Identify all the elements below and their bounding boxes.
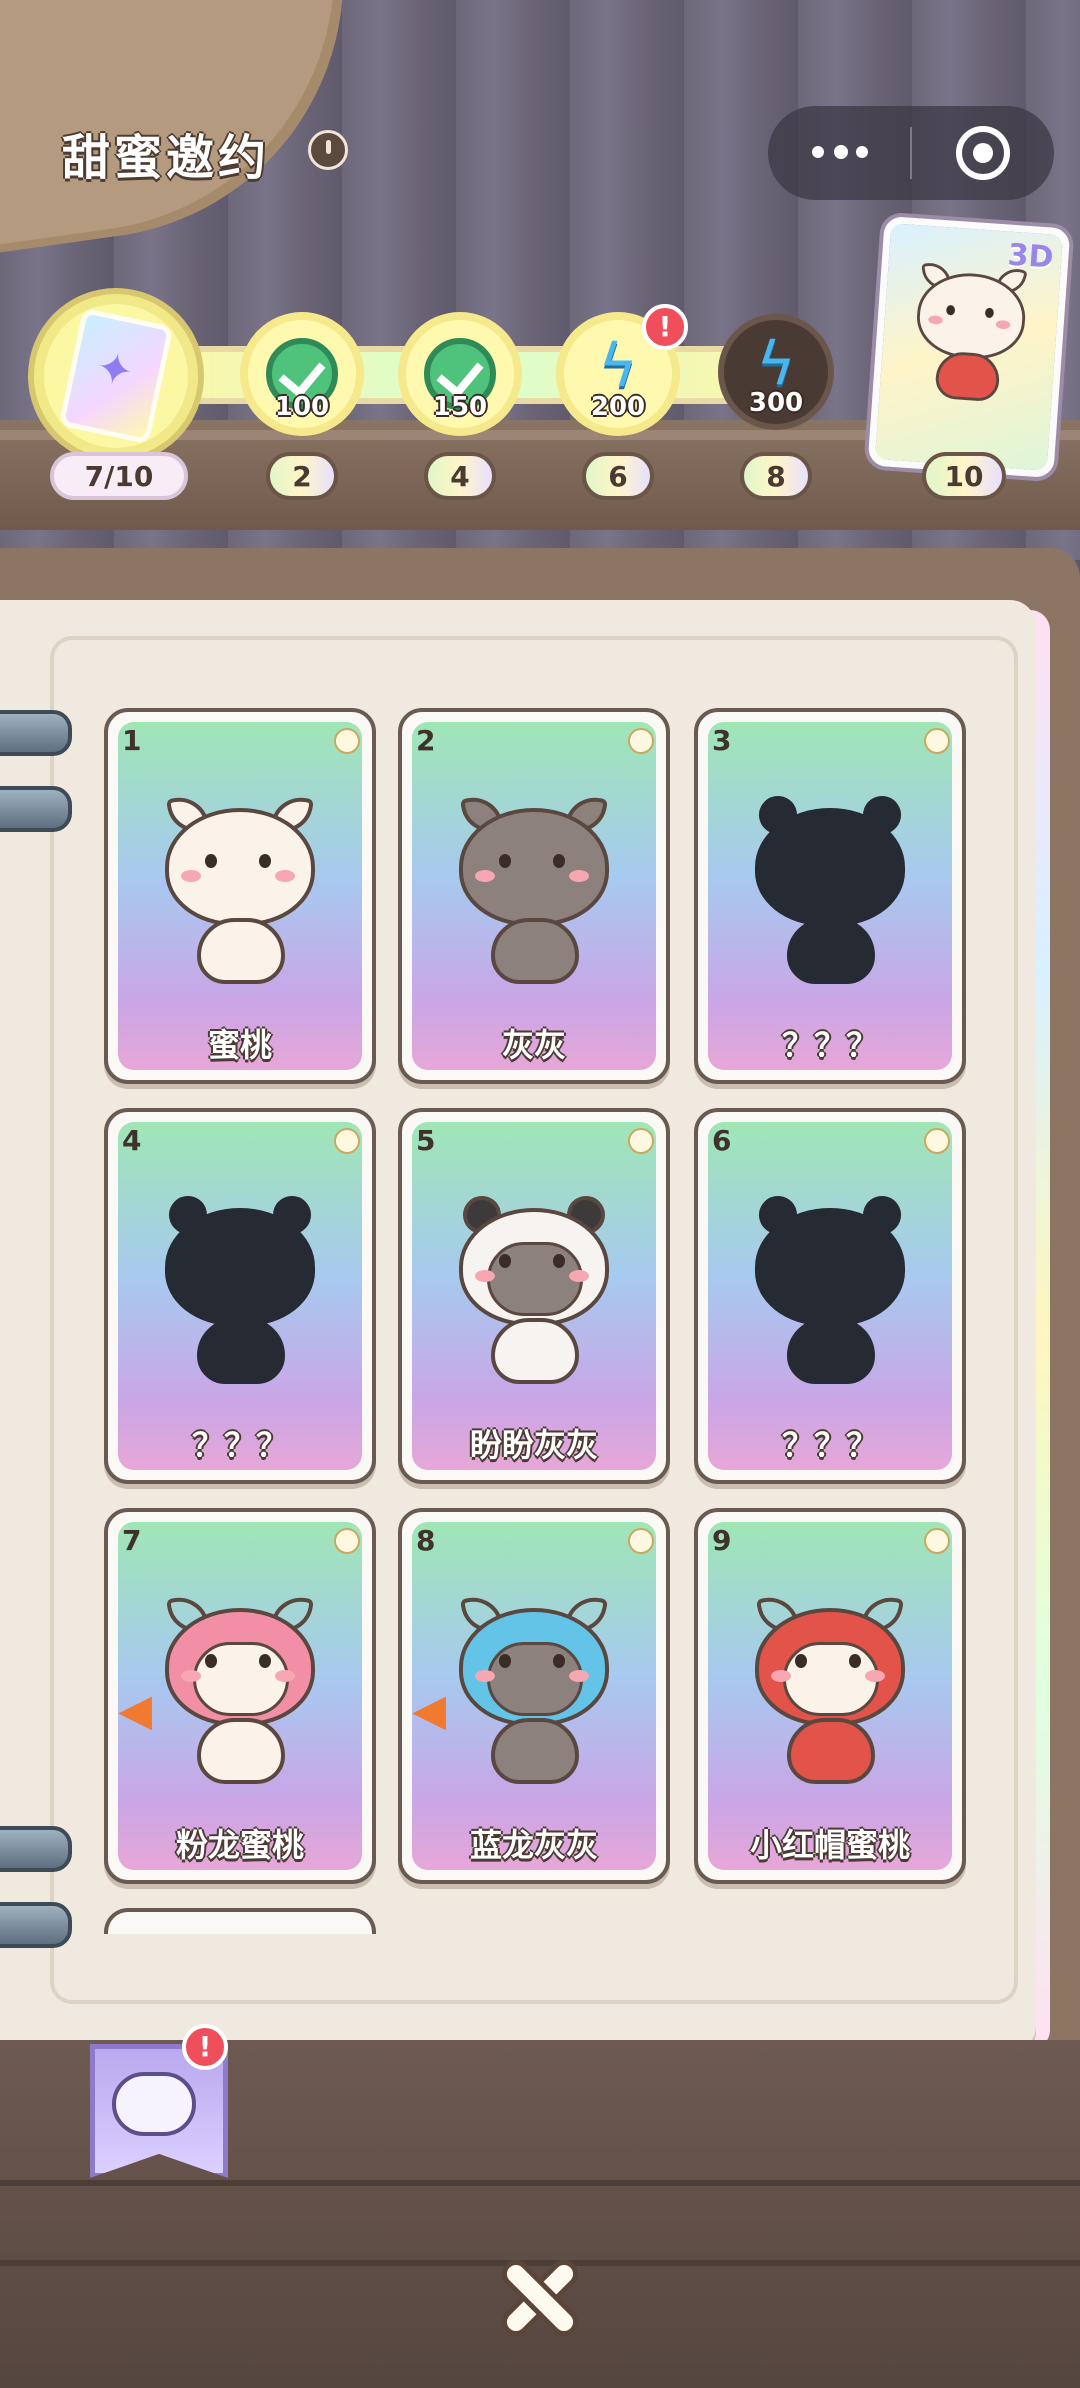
cat-card-icon [904,255,1036,407]
card-artwork [118,722,362,1070]
element-icon [334,1128,360,1154]
character-illustration [745,1588,915,1788]
milestone-step: 6 [582,452,654,500]
card-artwork [412,722,656,1070]
card-artwork [708,722,952,1070]
page-title: 甜蜜邀约 [62,130,271,186]
card-name: 灰灰 [501,1026,566,1064]
character-card[interactable]: 1 蜜桃 [104,708,376,1084]
character-card[interactable]: 9 小红帽蜜桃 [694,1508,966,1884]
mini-program-capsule [768,106,1054,200]
card-number: 9 [712,1524,732,1557]
milestone-points: 300 [748,388,804,418]
milestone-step: 8 [740,452,812,500]
card-artwork [708,1522,952,1870]
card-artwork [118,1122,362,1470]
collection-count: 7/10 [50,452,188,500]
card-number: 1 [122,724,142,757]
character-card[interactable]: 4 ？？？ [104,1108,376,1484]
card-name: 小红帽蜜桃 [749,1826,910,1864]
desk-line [0,2180,1080,2186]
element-icon [628,1528,654,1554]
card-number: 6 [712,1124,732,1157]
sparkle-card-icon [58,307,174,445]
milestone-points: 200 [590,392,646,422]
character-card[interactable]: 6 ？？？ [694,1108,966,1484]
card-artwork [708,1122,952,1470]
card-artwork [412,1122,656,1470]
final-reward-card[interactable]: 3D [867,215,1071,479]
card-name: ？？？ [781,1026,878,1064]
element-icon [334,728,360,754]
card-number: 5 [416,1124,436,1157]
character-card[interactable]: 2 灰灰 [398,708,670,1084]
close-x-icon[interactable] [496,2254,584,2342]
alert-badge: ! [642,304,688,350]
card-artwork: ▲ [412,1522,656,1870]
card-grid: 1 蜜桃 2 灰灰 3 ？？？ 4 ？？？ 5 盼盼灰灰 6 ？？？ ▲ 7 粉龙蜜桃 ▲ 8 蓝龙灰灰 9 小红帽蜜… [104,708,984,1934]
element-icon [628,728,654,754]
character-illustration [449,788,619,988]
clock-icon[interactable] [308,130,348,170]
element-icon [924,1128,950,1154]
more-dots-icon[interactable] [768,106,910,200]
milestone-points: 100 [274,392,330,422]
card-name: 粉龙蜜桃 [175,1826,304,1864]
card-name: 蓝龙灰灰 [469,1826,598,1864]
card-name: ？？？ [191,1426,288,1464]
character-card-partial[interactable] [104,1908,376,1934]
card-name: 盼盼灰灰 [469,1426,598,1464]
alert-badge: ! [182,2024,228,2070]
milestone-2[interactable]: 100 [248,320,356,428]
milestone-step: 4 [424,452,496,500]
locked-silhouette [745,788,915,988]
binder-ring [0,1826,72,1872]
character-illustration [449,1188,619,1388]
character-card[interactable]: 5 盼盼灰灰 [398,1108,670,1484]
character-illustration: ▲ [412,1588,619,1788]
milestone-points: 150 [432,392,488,422]
character-card[interactable]: ▲ 8 蓝龙灰灰 [398,1508,670,1884]
binder-ring [0,710,72,756]
card-number: 4 [122,1124,142,1157]
card-number: 2 [416,724,436,757]
card-number: 8 [416,1524,436,1557]
card-name: 蜜桃 [207,1026,272,1064]
target-close-icon[interactable] [912,106,1054,200]
element-icon [924,728,950,754]
energy-bolt-icon: ϟ [598,331,638,401]
binder-ring [0,1902,72,1948]
card-name: ？？？ [781,1426,878,1464]
mascot-face [112,2072,196,2136]
milestone-step: 10 [922,452,1006,500]
locked-silhouette [745,1188,915,1388]
milestone-4[interactable]: 150 [406,320,514,428]
character-card[interactable]: ▲ 7 粉龙蜜桃 [104,1508,376,1884]
binder-ring [0,786,72,832]
energy-bolt-icon: ϟ [756,329,796,399]
collection-progress-node[interactable] [44,304,188,448]
milestone-8[interactable]: ϟ 300 [724,320,828,424]
element-icon [628,1128,654,1154]
element-icon [334,1528,360,1554]
character-card[interactable]: 3 ？？？ [694,708,966,1084]
card-number: 3 [712,724,732,757]
card-artwork: ▲ [118,1522,362,1870]
element-icon [924,1528,950,1554]
milestone-step: 2 [266,452,338,500]
character-illustration: ▲ [118,1588,325,1788]
locked-silhouette [155,1188,325,1388]
character-illustration [155,788,325,988]
card-number: 7 [122,1524,142,1557]
